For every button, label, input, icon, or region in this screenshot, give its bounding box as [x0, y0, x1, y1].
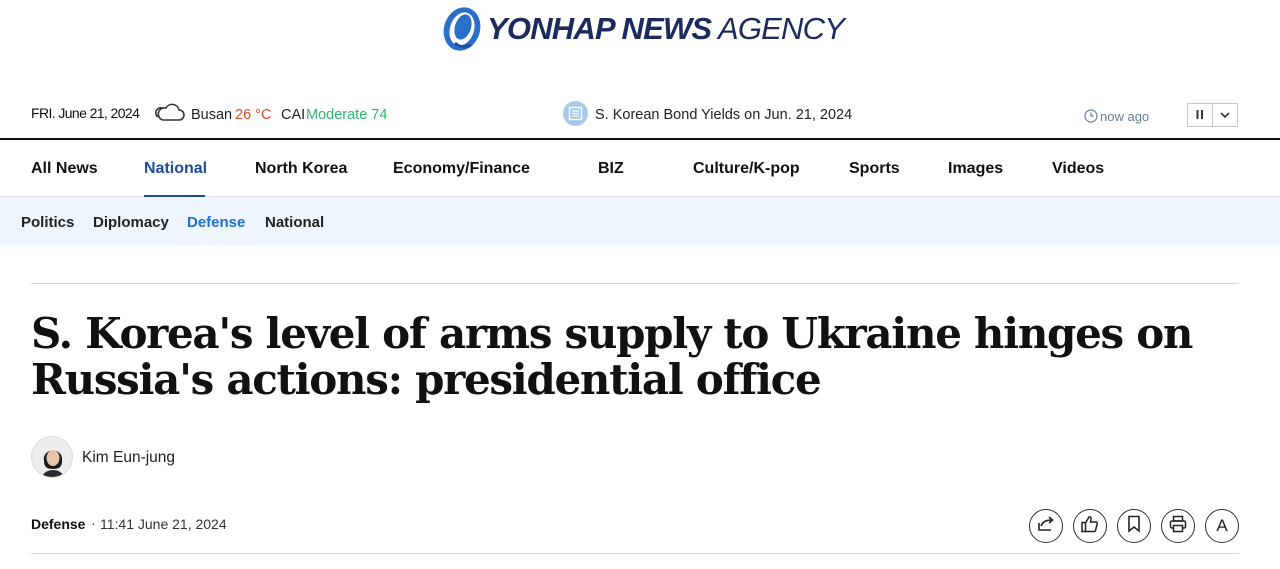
- nav-sports[interactable]: Sports: [849, 160, 900, 178]
- printer-icon: [1169, 515, 1187, 538]
- bookmark-button[interactable]: [1117, 509, 1151, 543]
- yonhap-logo-icon: [441, 5, 483, 53]
- font-size-button[interactable]: A: [1205, 509, 1239, 543]
- print-button[interactable]: [1161, 509, 1195, 543]
- cai-value: Moderate 74: [306, 107, 388, 123]
- subnav-defense[interactable]: Defense: [187, 214, 245, 231]
- news-ticker-icon: [563, 101, 588, 126]
- nav-biz[interactable]: BIZ: [598, 160, 624, 178]
- ticker-timestamp: now ago: [1100, 109, 1150, 124]
- current-date: FRI. June 21, 2024: [31, 105, 140, 121]
- pause-icon: [1196, 106, 1204, 124]
- article-headline: S. Korea's level of arms supply to Ukrai…: [31, 309, 1193, 404]
- main-navigation: All News National North Korea Economy/Fi…: [0, 138, 1280, 198]
- clock-icon: [1084, 109, 1098, 128]
- logo-wordmark-light: AGENCY: [717, 11, 845, 46]
- cloud-icon: [154, 101, 186, 130]
- subnav-national[interactable]: National: [265, 214, 324, 231]
- nav-videos[interactable]: Videos: [1052, 160, 1104, 178]
- author-avatar[interactable]: [31, 436, 73, 478]
- nav-all-news[interactable]: All News: [31, 160, 98, 178]
- bookmark-icon: [1127, 515, 1141, 538]
- article-section-label[interactable]: Defense: [31, 516, 85, 532]
- article-top-divider: [31, 283, 1239, 284]
- sub-navigation: Politics Diplomacy Defense National: [0, 197, 1280, 245]
- cai-label: CAI: [281, 107, 306, 123]
- nav-culture-kpop[interactable]: Culture/K-pop: [693, 160, 800, 178]
- subnav-diplomacy[interactable]: Diplomacy: [93, 214, 169, 231]
- weather-temperature: 26 °C: [235, 107, 272, 123]
- utility-bar: FRI. June 21, 2024 Busan 26 °C CAI Moder…: [0, 95, 1280, 137]
- ticker-expand-button[interactable]: [1212, 103, 1238, 127]
- font-size-icon: A: [1216, 516, 1228, 535]
- thumbs-up-icon: [1080, 515, 1100, 538]
- share-icon: [1036, 515, 1056, 538]
- like-button[interactable]: [1073, 509, 1107, 543]
- logo-wordmark-bold: YONHAP NEWS: [487, 11, 712, 46]
- chevron-down-icon: [1220, 106, 1230, 124]
- meta-separator: ·: [91, 515, 96, 531]
- author-name[interactable]: Kim Eun-jung: [82, 449, 175, 467]
- news-ticker-headline[interactable]: S. Korean Bond Yields on Jun. 21, 2024: [595, 107, 852, 123]
- nav-economy-finance[interactable]: Economy/Finance: [393, 160, 530, 178]
- ticker-pause-button[interactable]: [1187, 103, 1213, 127]
- yonhap-logo[interactable]: YONHAP NEWS AGENCY: [441, 4, 845, 54]
- share-button[interactable]: [1029, 509, 1063, 543]
- weather-city[interactable]: Busan: [191, 107, 232, 123]
- logo-wordmark: YONHAP NEWS AGENCY: [487, 11, 845, 47]
- article-timestamp: 11:41 June 21, 2024: [100, 516, 227, 532]
- nav-national[interactable]: National: [144, 160, 207, 178]
- subnav-politics[interactable]: Politics: [21, 214, 74, 231]
- nav-north-korea[interactable]: North Korea: [255, 160, 347, 178]
- article-meta-divider: [31, 553, 1239, 554]
- nav-images[interactable]: Images: [948, 160, 1003, 178]
